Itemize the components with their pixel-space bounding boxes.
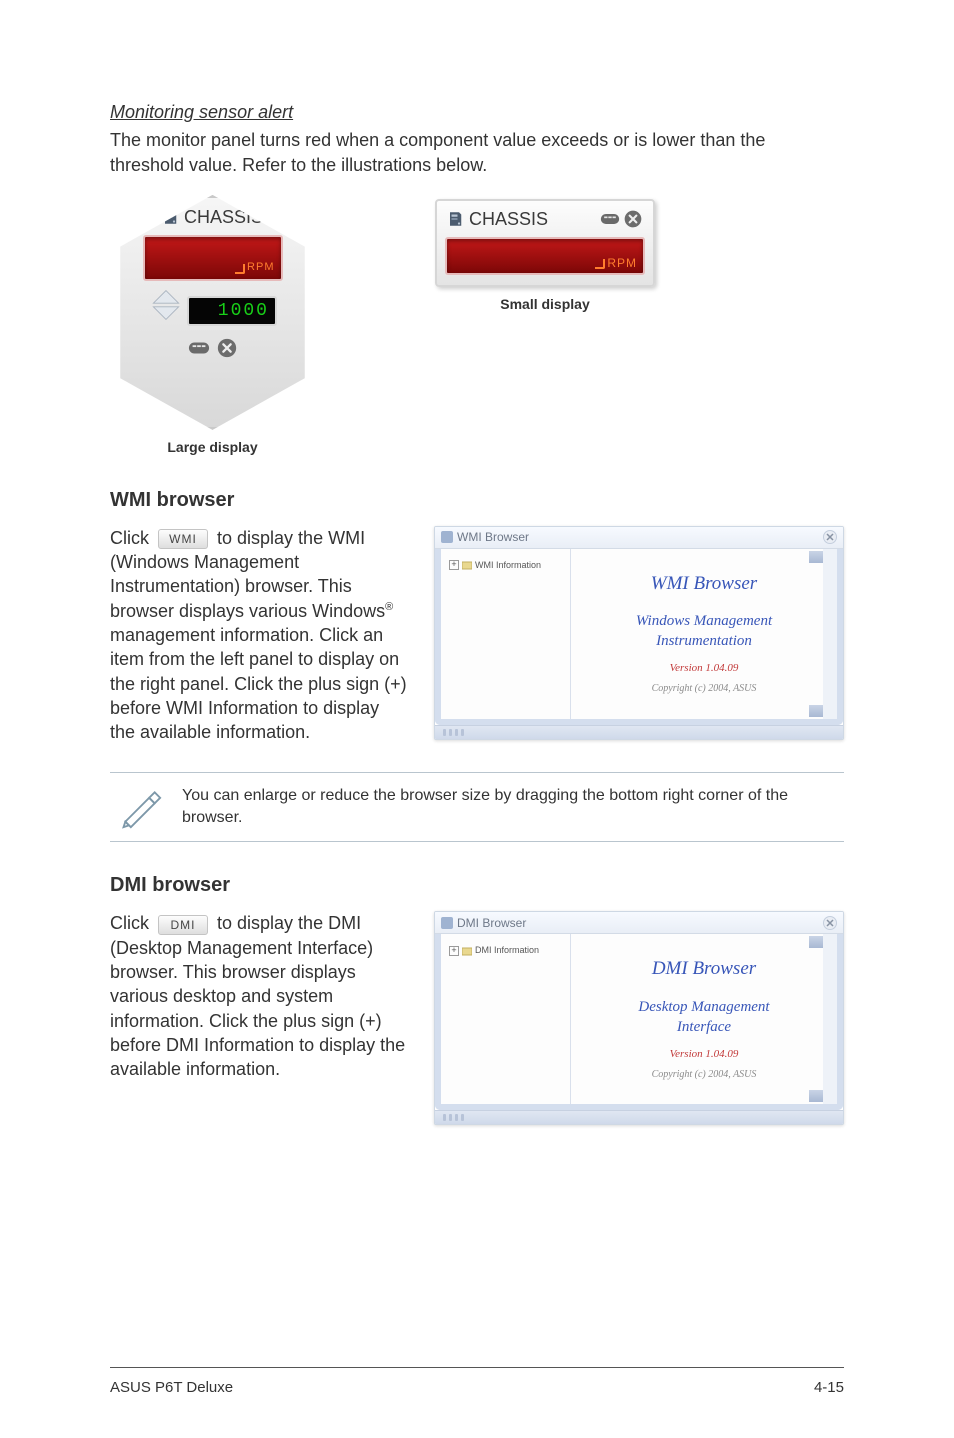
scroll-down-icon[interactable] (809, 1090, 823, 1102)
dmi-right-panel: DMI Browser Desktop Management Interface… (571, 934, 837, 1104)
chassis-icon (162, 208, 180, 226)
wmi-right-title: WMI Browser (651, 571, 757, 597)
dmi-tree-label: DMI Information (475, 944, 539, 956)
wmi-body-prefix: Click (110, 528, 154, 548)
wmi-tree-label: WMI Information (475, 559, 541, 571)
arrow-up-down-icon[interactable] (148, 287, 184, 329)
large-threshold-lcd: 1000 (187, 296, 277, 326)
wmi-right-panel: WMI Browser Windows Management Instrumen… (571, 549, 837, 719)
rpm-arrow-icon (235, 264, 245, 274)
large-caption: Large display (167, 438, 257, 457)
threshold-row: 1000 (148, 287, 277, 329)
rpm-arrow-icon (595, 259, 605, 269)
scroll-down-icon[interactable] (809, 705, 823, 717)
wmi-window-holder: WMI Browser + WMI Information (434, 526, 844, 740)
large-rpm-unit: RPM (235, 260, 274, 275)
dmi-window-holder: DMI Browser + DMI Information (434, 911, 844, 1125)
small-display-col: CHASSIS RPM Small display (435, 199, 655, 314)
dmi-chip-button[interactable]: DMI (158, 915, 208, 935)
dmi-text: Click DMI to display the DMI (Desktop Ma… (110, 911, 409, 1081)
scroll-up-icon[interactable] (809, 936, 823, 948)
dmi-titlebar: DMI Browser (435, 912, 843, 934)
tree-plus-icon[interactable]: + (449, 560, 459, 570)
wmi-tree-item[interactable]: + WMI Information (449, 559, 562, 571)
pencil-icon (118, 785, 162, 829)
note-text: You can enlarge or reduce the browser si… (182, 785, 836, 828)
settings-icon[interactable] (600, 209, 620, 229)
resize-grip-icon[interactable] (435, 726, 843, 736)
dmi-right-subtitle: Desktop Management Interface (638, 998, 769, 1037)
small-rpm-label: RPM (607, 255, 637, 271)
dmi-footer (435, 1110, 843, 1124)
registered-mark: ® (385, 601, 393, 613)
dmi-row: Click DMI to display the DMI (Desktop Ma… (110, 911, 844, 1125)
small-red-lcd: RPM (445, 237, 645, 275)
wmi-text: Click WMI to display the WMI (Windows Ma… (110, 526, 409, 745)
dmi-titlebar-text: DMI Browser (457, 915, 526, 931)
monitoring-subheading: Monitoring sensor alert (110, 100, 844, 124)
scroll-up-icon[interactable] (809, 551, 823, 563)
wmi-heading: WMI browser (110, 487, 844, 514)
footer-right: 4-15 (814, 1378, 844, 1398)
small-top-row: CHASSIS (447, 207, 643, 231)
small-icons (600, 209, 643, 229)
scrollbar[interactable] (823, 549, 837, 719)
dmi-body-prefix: Click (110, 913, 154, 933)
folder-icon (462, 560, 472, 570)
close-icon[interactable] (823, 530, 837, 544)
wmi-browser-window: WMI Browser + WMI Information (434, 526, 844, 740)
wmi-copyright: Copyright (c) 2004, ASUS (652, 682, 757, 696)
hex-frame: CHASSIS RPM (110, 195, 315, 430)
resize-grip-icon[interactable] (435, 1111, 843, 1121)
small-title-row: CHASSIS (447, 207, 548, 231)
app-icon (441, 531, 453, 543)
large-display-col: CHASSIS RPM (110, 195, 315, 457)
dmi-heading: DMI browser (110, 872, 844, 899)
dmi-body: + DMI Information DMI Browser Desktop Ma… (435, 934, 843, 1110)
dmi-left-panel: + DMI Information (441, 934, 571, 1104)
wmi-footer (435, 725, 843, 739)
dmi-right-title: DMI Browser (652, 956, 756, 982)
wmi-body: + WMI Information WMI Browser Windows Ma… (435, 549, 843, 725)
wmi-right-subtitle: Windows Management Instrumentation (636, 612, 772, 651)
wmi-body-after-reg: management information. Click an item fr… (110, 625, 407, 742)
close-icon[interactable] (216, 337, 238, 359)
large-panel-title: CHASSIS (184, 205, 263, 229)
scrollbar[interactable] (823, 934, 837, 1104)
folder-icon (462, 946, 472, 956)
large-display-panel: CHASSIS RPM (110, 195, 315, 430)
dmi-tree-item[interactable]: + DMI Information (449, 944, 562, 956)
dmi-copyright: Copyright (c) 2004, ASUS (652, 1068, 757, 1082)
large-red-lcd: RPM (143, 235, 283, 281)
footer-left: ASUS P6T Deluxe (110, 1378, 233, 1398)
wmi-left-panel: + WMI Information (441, 549, 571, 719)
wmi-titlebar-text: WMI Browser (457, 529, 529, 545)
small-panel-title: CHASSIS (469, 207, 548, 231)
wmi-version: Version 1.04.09 (670, 661, 739, 676)
large-icon-row (188, 337, 238, 359)
dmi-browser-window: DMI Browser + DMI Information (434, 911, 844, 1125)
wmi-chip-button[interactable]: WMI (158, 529, 208, 549)
note-box: You can enlarge or reduce the browser si… (110, 772, 844, 842)
close-icon[interactable] (823, 916, 837, 930)
small-rpm-unit: RPM (595, 255, 637, 271)
chassis-icon (447, 210, 465, 228)
threshold-value: 1000 (218, 299, 269, 323)
dmi-version: Version 1.04.09 (670, 1047, 739, 1062)
tree-plus-icon[interactable]: + (449, 946, 459, 956)
dmi-body-rest: to display the DMI (Desktop Management I… (110, 913, 405, 1079)
settings-icon[interactable] (188, 337, 210, 359)
small-caption: Small display (500, 295, 589, 314)
large-panel-title-row: CHASSIS (162, 205, 263, 229)
page-footer: ASUS P6T Deluxe 4-15 (110, 1367, 844, 1398)
panels-row: CHASSIS RPM (110, 195, 844, 457)
small-display-panel: CHASSIS RPM (435, 199, 655, 287)
monitoring-body: The monitor panel turns red when a compo… (110, 128, 844, 177)
app-icon (441, 917, 453, 929)
wmi-titlebar: WMI Browser (435, 527, 843, 549)
close-icon[interactable] (623, 209, 643, 229)
large-rpm-label: RPM (247, 260, 274, 275)
wmi-row: Click WMI to display the WMI (Windows Ma… (110, 526, 844, 745)
